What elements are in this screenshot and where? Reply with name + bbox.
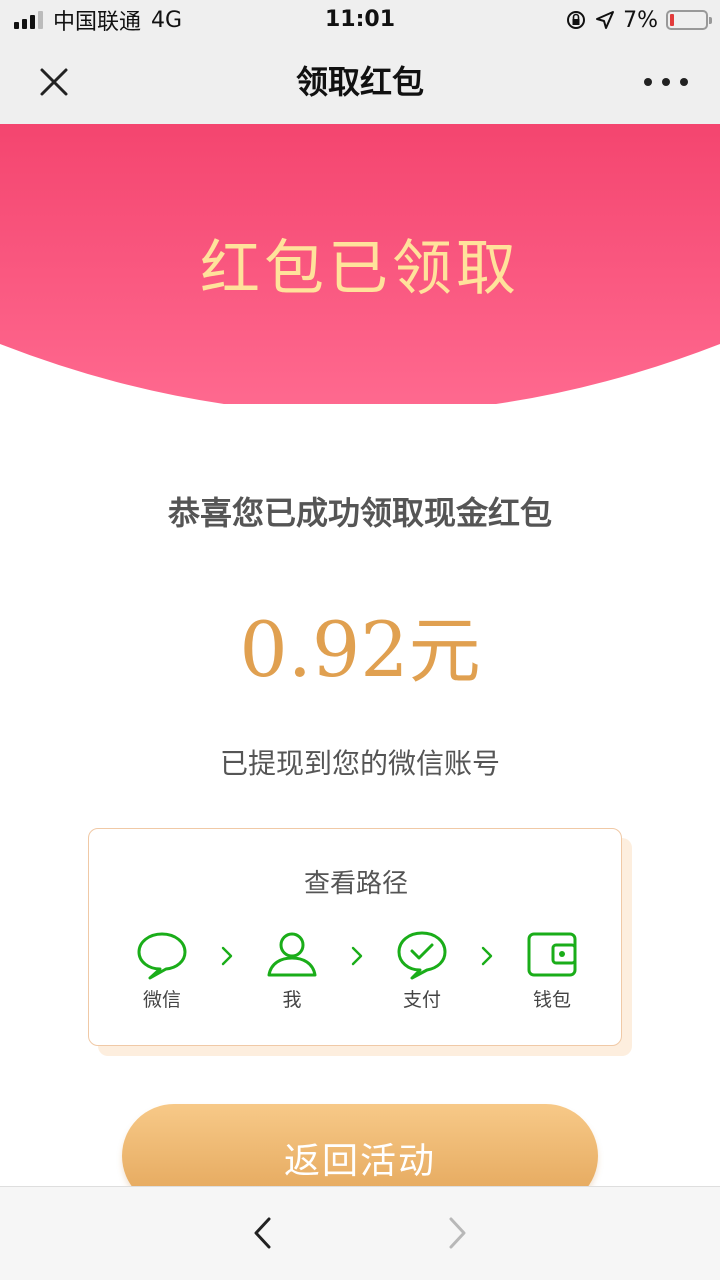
path-step-label: 微信 [142, 989, 181, 1011]
hero-banner: 红包已领取 [0, 124, 720, 404]
path-card: 查看路径 微信 我 支付 钱包 [88, 828, 622, 1046]
path-step-label: 钱包 [532, 989, 571, 1011]
location-arrow-icon [596, 11, 615, 29]
path-step-label: 支付 [402, 989, 441, 1011]
chevron-right-icon [221, 946, 233, 966]
amount-unit: 元 [408, 609, 481, 693]
more-dots-icon [644, 78, 688, 86]
path-step-wechat: 微信 [117, 929, 207, 1019]
amount-value: 0.92 [239, 605, 409, 694]
back-button[interactable] [244, 1213, 284, 1253]
amount-display: 0.92元 [0, 592, 720, 697]
hero-title: 红包已领取 [200, 234, 520, 304]
wallet-icon [527, 932, 577, 977]
chat-bubble-icon [137, 932, 187, 980]
path-step-wallet: 钱包 [507, 929, 597, 1019]
congrats-text: 恭喜您已成功领取现金红包 [167, 494, 552, 532]
path-step-me: 我 [247, 929, 337, 1019]
chevron-right-icon [351, 946, 363, 966]
forward-chevron-icon [449, 1217, 466, 1249]
path-card-title: 查看路径 [303, 869, 408, 899]
status-bar: 中国联通 4G 11:01 7% [0, 0, 720, 40]
back-chevron-icon [254, 1217, 271, 1249]
nav-bar: 领取红包 [0, 40, 720, 124]
path-step-label: 我 [282, 989, 302, 1011]
battery-percent: 7% [623, 7, 658, 33]
chevron-right-icon [481, 946, 493, 966]
status-right: 7% [565, 0, 712, 40]
rotation-lock-icon [567, 11, 586, 29]
more-button[interactable] [638, 58, 694, 106]
forward-button[interactable] [436, 1213, 476, 1253]
withdraw-note: 已提现到您的微信账号 [219, 747, 500, 780]
pay-check-icon [397, 931, 447, 980]
page-title: 领取红包 [295, 63, 424, 101]
return-button-label: 返回活动 [283, 1141, 436, 1182]
person-icon [267, 932, 317, 977]
battery-icon [666, 10, 712, 30]
path-step-pay: 支付 [377, 929, 467, 1019]
close-icon [40, 68, 68, 96]
close-button[interactable] [30, 58, 78, 106]
browser-toolbar [0, 1186, 720, 1280]
